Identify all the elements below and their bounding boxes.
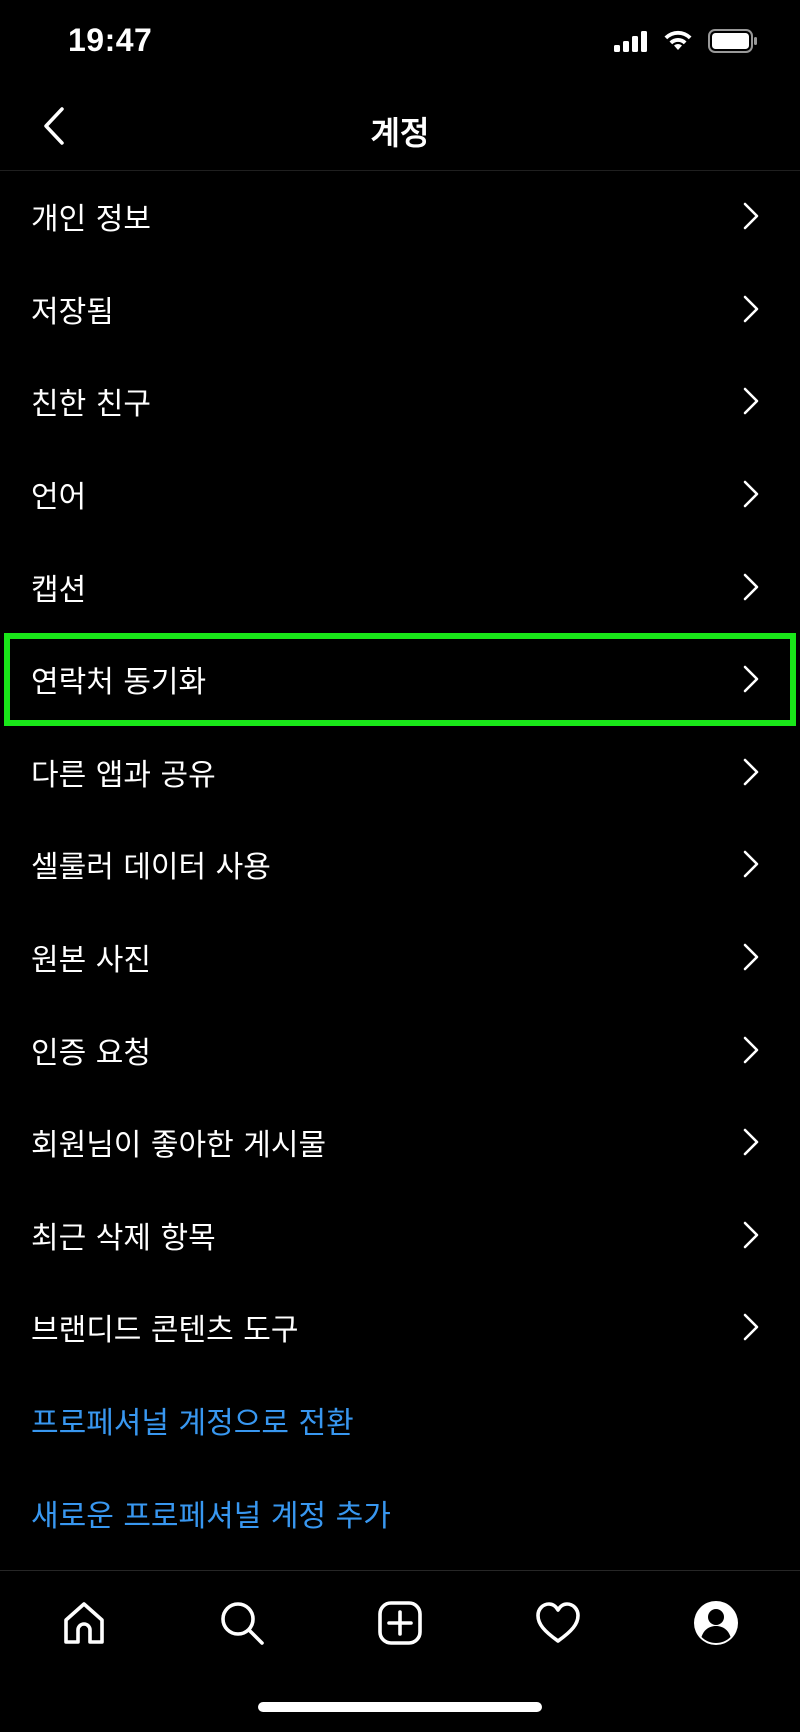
chevron-right-icon <box>740 294 762 324</box>
settings-item-label: 친한 친구 <box>31 387 151 423</box>
chevron-right-icon <box>740 757 762 787</box>
profile-icon <box>692 1599 740 1651</box>
search-icon <box>218 1599 266 1651</box>
settings-item-saved[interactable]: 저장됨 <box>0 263 800 356</box>
settings-item-branded-content-tools[interactable]: 브랜디드 콘텐츠 도구 <box>0 1281 800 1374</box>
battery-icon <box>708 29 758 57</box>
chevron-right-icon <box>740 849 762 879</box>
new-post-icon <box>376 1599 424 1651</box>
settings-item-recently-deleted[interactable]: 최근 삭제 항목 <box>0 1189 800 1282</box>
settings-item-label: 개인 정보 <box>31 202 151 238</box>
heart-icon <box>534 1599 582 1651</box>
tab-search[interactable] <box>212 1595 272 1655</box>
settings-item-label: 브랜디드 콘텐츠 도구 <box>31 1313 299 1349</box>
tab-home[interactable] <box>54 1595 114 1655</box>
chevron-right-icon <box>740 664 762 694</box>
settings-item-request-verification[interactable]: 인증 요청 <box>0 1003 800 1096</box>
settings-item-label: 셀룰러 데이터 사용 <box>31 850 271 886</box>
settings-item-label: 캡션 <box>31 572 87 608</box>
page-title: 계정 <box>370 114 430 152</box>
wifi-icon <box>662 29 694 57</box>
settings-list: 개인 정보 저장됨 친한 친구 언어 캡션 연락처 동기화 다른 앱과 공유 셀… <box>0 170 800 1559</box>
home-icon <box>60 1599 108 1651</box>
switch-to-professional-account-link[interactable]: 프로페셔널 계정으로 전환 <box>0 1374 800 1467</box>
settings-item-contacts-syncing[interactable]: 연락처 동기화 <box>4 632 796 726</box>
settings-item-personal-info[interactable]: 개인 정보 <box>0 170 800 263</box>
settings-item-cellular-data-use[interactable]: 셀룰러 데이터 사용 <box>0 818 800 911</box>
settings-item-label: 언어 <box>31 480 87 516</box>
chevron-right-icon <box>740 1035 762 1065</box>
settings-item-close-friends[interactable]: 친한 친구 <box>0 355 800 448</box>
tab-activity[interactable] <box>528 1595 588 1655</box>
status-bar: 19:47 <box>0 0 800 88</box>
settings-item-sharing-to-other-apps[interactable]: 다른 앱과 공유 <box>0 726 800 819</box>
settings-item-label: 원본 사진 <box>31 943 151 979</box>
status-icons <box>614 28 758 58</box>
link-label: 프로페셔널 계정으로 전환 <box>31 1406 354 1442</box>
settings-item-label: 회원님이 좋아한 게시물 <box>31 1128 327 1164</box>
settings-item-label: 저장됨 <box>31 294 114 330</box>
chevron-right-icon <box>740 386 762 416</box>
settings-item-label: 인증 요청 <box>31 1035 151 1071</box>
link-label: 새로운 프로페셔널 계정 추가 <box>31 1498 391 1534</box>
tab-new-post[interactable] <box>370 1595 430 1655</box>
status-time: 19:47 <box>68 22 153 58</box>
settings-item-posts-you-liked[interactable]: 회원님이 좋아한 게시물 <box>0 1096 800 1189</box>
chevron-right-icon <box>740 1312 762 1342</box>
cellular-signal-icon <box>614 30 648 56</box>
settings-item-original-photos[interactable]: 원본 사진 <box>0 911 800 1004</box>
chevron-right-icon <box>740 942 762 972</box>
chevron-right-icon <box>740 479 762 509</box>
tab-profile[interactable] <box>686 1595 746 1655</box>
chevron-right-icon <box>740 201 762 231</box>
chevron-right-icon <box>740 1127 762 1157</box>
navigation-header: 계정 <box>0 88 800 171</box>
add-new-professional-account-link[interactable]: 새로운 프로페셔널 계정 추가 <box>0 1466 800 1559</box>
chevron-right-icon <box>740 1220 762 1250</box>
home-indicator[interactable] <box>258 1702 542 1712</box>
settings-item-captions[interactable]: 캡션 <box>0 540 800 633</box>
chevron-right-icon <box>740 572 762 602</box>
settings-item-label: 최근 삭제 항목 <box>31 1220 216 1256</box>
settings-item-language[interactable]: 언어 <box>0 448 800 541</box>
settings-item-label: 연락처 동기화 <box>31 665 207 701</box>
settings-item-label: 다른 앱과 공유 <box>31 757 216 793</box>
